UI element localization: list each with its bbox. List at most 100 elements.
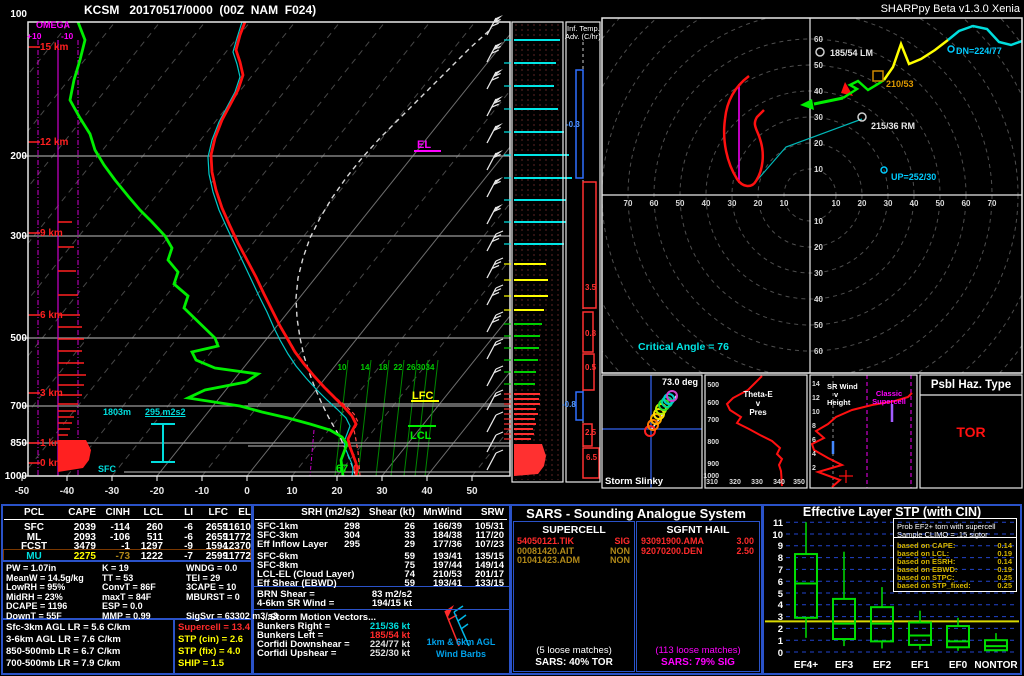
height-km-label: 1 km xyxy=(40,438,63,449)
mixing-ratio-label: 34 xyxy=(425,363,435,372)
kin-cell: 133/15 xyxy=(474,578,504,589)
pressure-label: 500 xyxy=(10,333,27,344)
thermo-value: TT = 53 xyxy=(102,572,134,583)
sharppy-window: KCSM 20170517/0000 (00Z NAM F024) SHARPp… xyxy=(0,0,1024,676)
hodo-ring-label: 30 xyxy=(883,199,893,208)
hazard-value: TOR xyxy=(956,424,986,440)
kin-col-header: Shear (kt) xyxy=(368,507,415,518)
parcel-col-header: LCL xyxy=(143,507,163,518)
stp-legend-line-2: Sample CLIMO = .15 sigtor xyxy=(897,530,988,539)
thetae-title-1: Theta-E xyxy=(743,390,773,399)
lapse-rate-value: Sfc-3km AGL LR = 5.6 C/km xyxy=(6,622,131,633)
thetae-y-label: 800 xyxy=(707,439,719,446)
adv-value: 2.5 xyxy=(585,428,597,437)
hodo-ring-label: 40 xyxy=(701,199,711,208)
stp-category-label: EF1 xyxy=(910,660,930,671)
lapse-rate-value: 700-500mb LR = 7.9 C/km xyxy=(6,658,121,669)
thermo-value: WNDG = 0.0 xyxy=(186,563,238,573)
thetae-x-label: 330 xyxy=(751,479,763,486)
composite-index-value: STP (cin) = 2.6 xyxy=(178,634,244,645)
sars-match-tag: 2.50 xyxy=(736,545,754,556)
hodo-ring-label: 60 xyxy=(649,199,659,208)
hodo-ring-label: 60 xyxy=(814,35,823,44)
parcel-col-header: LI xyxy=(184,507,193,518)
thermo-value: MidRH = 23% xyxy=(6,591,63,602)
thermo-value: MeanW = 14.5g/kg xyxy=(6,572,84,583)
composite-index-value: STP (fix) = 4.0 xyxy=(178,646,241,657)
kin-row-name: Eff Shear (EBWD) xyxy=(257,578,337,589)
temp-tick-label: 10 xyxy=(286,486,298,497)
hodo-ring-label: 40 xyxy=(814,87,823,96)
inflow-srh-label: 295 m2s2 xyxy=(145,407,186,417)
sars-hail-loose: (113 loose matches) xyxy=(655,645,741,656)
thermo-value: LowRH = 95% xyxy=(6,582,66,593)
header-version: SHARPpy Beta v1.3.0 Xenia xyxy=(880,3,1020,15)
parcel-cell: 1222 xyxy=(140,551,163,562)
parcel-col-header: LFC xyxy=(208,507,228,518)
srwind-y-label: 10 xyxy=(812,409,820,416)
mixing-ratio-label: 26 xyxy=(406,363,416,372)
lapse-rate-value: 3-6km AGL LR = 7.6 C/km xyxy=(6,634,121,645)
height-km-label: 15 km xyxy=(40,42,69,53)
temp-tick-label: -20 xyxy=(149,486,165,497)
stp-y-label: 6 xyxy=(777,576,783,588)
hodo-dn-label: DN=224/77 xyxy=(956,46,1002,56)
hodo-ring-label: 50 xyxy=(675,199,685,208)
adv-value: 6.5 xyxy=(586,453,598,462)
composite-index-value: SHIP = 1.5 xyxy=(178,658,225,669)
hodo-rm-label: 215/36 RM xyxy=(871,121,916,131)
hodo-ring-label: 30 xyxy=(814,269,823,278)
sars-match-id: 92070200.DEN xyxy=(641,545,703,556)
parcel-cell: MU xyxy=(26,551,42,562)
mixing-ratio-label: 14 xyxy=(360,363,370,372)
hodo-ring-label: 20 xyxy=(753,199,763,208)
temp-tick-label: -10 xyxy=(194,486,210,497)
stp-category-label: EF2 xyxy=(872,660,892,671)
stp-y-label: 3 xyxy=(777,612,783,624)
sars-match-id: 00081420.AIT xyxy=(517,545,575,556)
temp-tick-label: 40 xyxy=(421,486,433,497)
kin-row-name: Eff Inflow Layer xyxy=(257,539,328,550)
mixing-ratio-label: 10 xyxy=(337,363,347,372)
thermo-value: TEI = 29 xyxy=(186,572,221,583)
hazard-title: Psbl Haz. Type xyxy=(930,379,1012,391)
stp-y-label: 9 xyxy=(777,541,783,553)
stp-y-label: 10 xyxy=(772,529,783,541)
hodo-ring-label: 20 xyxy=(814,243,823,252)
parcel-cell: -73 xyxy=(115,551,130,562)
parcel-col-header: CINH xyxy=(105,507,130,518)
hodo-ring-label: 50 xyxy=(935,199,945,208)
surface-temp-label: 0 xyxy=(353,463,360,475)
thetae-x-label: 350 xyxy=(793,479,805,486)
temp-tick-label: 50 xyxy=(466,486,478,497)
composite-index-value: Supercell = 13.4 xyxy=(178,622,251,633)
adv-value: -0.3 xyxy=(566,120,580,129)
thetae-title-3: Pres xyxy=(749,408,767,417)
hodo-ring-label: 60 xyxy=(961,199,971,208)
sars-match-id: 54050121.TIK xyxy=(517,536,575,546)
parcel-cell: -7 xyxy=(184,551,193,562)
sars-match-tag: SIG xyxy=(614,536,630,546)
srwind-title-1: SR Wind xyxy=(827,382,858,391)
sr46-value: 194/15 kt xyxy=(371,598,412,609)
sars-match-tag: 3.00 xyxy=(736,536,754,546)
temp-tick-label: -40 xyxy=(59,486,75,497)
srwind-y-label: 6 xyxy=(812,437,816,444)
parcel-cell: 2275 xyxy=(73,551,96,562)
hodo-ring-label: 20 xyxy=(814,139,823,148)
adv-title-2: Adv. (C/hr) xyxy=(565,32,601,41)
thermo-value: ConvT = 86F xyxy=(102,582,156,593)
stp-y-label: 11 xyxy=(772,517,783,529)
srwind-y-label: 4 xyxy=(812,451,816,458)
stp-category-label: EF0 xyxy=(948,660,968,671)
stp-category-label: EF4+ xyxy=(793,660,819,671)
hodo-ring-label: 10 xyxy=(779,199,789,208)
pressure-label: 700 xyxy=(10,401,27,412)
stp-y-label: 2 xyxy=(777,623,783,635)
barb-caption-1: 1km & 6km AGL xyxy=(426,637,496,647)
thetae-x-label: 320 xyxy=(729,479,741,486)
kin-cell: 59 xyxy=(404,578,415,589)
temp-tick-label: -50 xyxy=(14,486,30,497)
adv-value: 0.8 xyxy=(585,329,597,338)
omega-title: OMEGA xyxy=(36,20,71,30)
